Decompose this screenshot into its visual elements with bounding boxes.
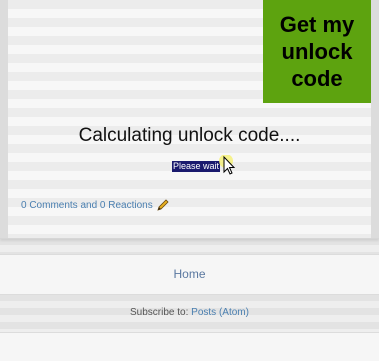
post-border-left: [0, 0, 8, 238]
post-border-right: [371, 0, 379, 238]
footer-box: [0, 332, 379, 361]
home-link[interactable]: Home: [0, 267, 379, 281]
subscribe-prefix: Subscribe to:: [130, 307, 192, 318]
calculating-status-text: Calculating unlock code....: [78, 125, 301, 146]
mouse-cursor-icon: [219, 155, 236, 175]
subscribe-line: Subscribe to: Posts (Atom): [0, 307, 379, 318]
comments-link[interactable]: 0 Comments and 0 Reactions: [21, 200, 153, 211]
please-wait-text: Please wait: [172, 161, 221, 172]
posts-atom-link[interactable]: Posts (Atom): [191, 307, 249, 318]
pencil-icon[interactable]: [156, 198, 170, 212]
get-unlock-code-label: Get my unlock code: [279, 12, 355, 91]
get-unlock-code-button[interactable]: Get my unlock code: [263, 0, 371, 103]
